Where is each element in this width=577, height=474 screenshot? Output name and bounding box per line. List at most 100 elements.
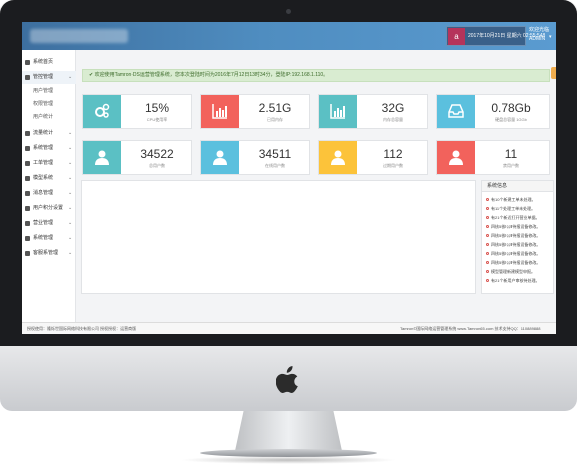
admin-screen: a 2017年10月21日 星期六 02:55:548 欢迎光临 ADMIN ▾… — [22, 22, 556, 334]
alert-dot-icon — [486, 216, 489, 220]
stat-caption: 硬盘总容量 1GGb — [495, 117, 527, 122]
sidebar-item-traffic[interactable]: 流量统计 ⌄ — [22, 127, 76, 140]
monitor-icon — [25, 206, 30, 211]
stat-caption: 过期用户数 — [383, 163, 403, 168]
home-icon — [25, 60, 30, 65]
bar-chart-icon — [201, 95, 239, 128]
camera-icon — [286, 9, 291, 14]
sidebar-item-business[interactable]: 营业管理 ⌄ — [22, 217, 76, 230]
sidebar-item-messages[interactable]: 消息管理 ⌄ — [22, 187, 76, 200]
sidebar-item-models[interactable]: 模型系统 ⌄ — [22, 172, 76, 185]
stat-value: 32G — [381, 101, 405, 115]
inbox-icon — [437, 95, 475, 128]
alert-dot-icon — [486, 234, 489, 238]
chevron-icon: ⌄ — [68, 250, 73, 256]
footer-copyright: Tamron©国际网络运营管理系统 www.Tamron65.com 技术支持Q… — [400, 326, 541, 331]
stat-value: 11 — [504, 147, 518, 161]
system-info-item[interactable]: 四核5核Ⅰ公Ⅱ待报设备修改。 — [486, 232, 552, 240]
sidebar: 系统首页 管控管理 ⌄ 用户管理 权限管理 用户统计 流量统计 ⌄ 系统管理 ⌄ 工单… — [22, 50, 76, 326]
alert-dot-icon — [486, 252, 489, 256]
system-info-item[interactable]: 有21个新用户审核待处理。 — [486, 277, 552, 285]
stat-card-disk: 0.78Gb 硬盘总容量 1GGb — [436, 94, 550, 129]
user-status-box[interactable]: a 2017年10月21日 星期六 02:55:548 — [446, 26, 545, 46]
stat-caption: 在线用户数 — [265, 163, 285, 168]
ticket-icon — [25, 161, 30, 166]
logo — [30, 29, 128, 43]
chevron-icon: ⌄ — [68, 205, 73, 211]
sidebar-item-system-2[interactable]: 系统管理 ⌄ — [22, 232, 76, 245]
stat-caption: 禁用户数 — [503, 163, 519, 168]
control-icon — [25, 75, 30, 80]
sidebar-item-tickets[interactable]: 工单管理 ⌄ — [22, 157, 76, 170]
alert-dot-icon — [486, 261, 489, 265]
stat-card-expired-users: 112 过期用户数 — [318, 140, 428, 175]
service-icon — [25, 251, 30, 256]
settings-tab-icon[interactable] — [551, 67, 556, 79]
alert-dot-icon — [486, 225, 489, 229]
sidebar-subitem-users[interactable]: 用户管理 — [22, 86, 76, 97]
monitor-stand-neck — [235, 411, 342, 451]
user-icon — [319, 141, 357, 174]
sidebar-item-home[interactable]: 系统首页 — [22, 56, 76, 69]
stat-value: 34511 — [258, 147, 292, 161]
stat-card-online-users: 34511 在线用户数 — [200, 140, 310, 175]
stat-card-memory-total: 32G 内存总容量 — [318, 94, 428, 129]
chevron-icon: ⌄ — [68, 145, 73, 151]
sidebar-item-points[interactable]: 用户积分设置 ⌄ — [22, 202, 76, 215]
stat-value: 0.78Gb — [491, 101, 531, 115]
alert-dot-icon — [486, 198, 489, 202]
system-info-item[interactable]: 有10个新建工单未处理。 — [486, 196, 552, 204]
chevron-icon: ⌄ — [68, 175, 73, 181]
traffic-icon — [25, 131, 30, 136]
login-notice: ✔ 欢迎使用Tamron·DS运营管理系统，您本次登陆时间为2016年7月12日… — [82, 69, 550, 82]
gear-icon — [25, 236, 30, 241]
sidebar-subitem-permissions[interactable]: 权限管理 — [22, 99, 76, 110]
alert-dot-icon — [486, 270, 489, 274]
stat-card-total-users: 34522 总用户数 — [82, 140, 192, 175]
footer-bar: 授权使用：隆烁世国际网络科技有限公司 授权授权：运营商版 Tamron©国际网络… — [22, 322, 556, 334]
system-info-title: 系统信息 — [482, 181, 553, 192]
monitor-chin — [0, 346, 577, 411]
monitor-stand-foot — [200, 449, 377, 457]
system-info-item[interactable]: 有11个处理工单未处理。 — [486, 205, 552, 213]
chevron-icon: ⌄ — [68, 130, 73, 136]
system-info-item[interactable]: 四核5核Ⅰ公Ⅱ待报设备修改。 — [486, 250, 552, 258]
system-info-item[interactable]: 四核5核Ⅰ公Ⅱ待报设备修改。 — [486, 223, 552, 231]
gears-icon — [83, 95, 121, 128]
alert-dot-icon — [486, 279, 489, 283]
stat-card-disabled-users: 11 禁用户数 — [436, 140, 550, 175]
chevron-icon: ⌄ — [68, 190, 73, 196]
user-avatar[interactable]: a — [448, 28, 465, 45]
stat-caption: 已用内存 — [267, 117, 283, 122]
sidebar-item-control[interactable]: 管控管理 ⌄ — [22, 71, 76, 84]
user-icon — [201, 141, 239, 174]
system-info-item[interactable]: 有21个新近打开营业单据。 — [486, 214, 552, 222]
stat-caption: 总用户数 — [149, 163, 165, 168]
sidebar-subitem-user-stats[interactable]: 用户统计 — [22, 112, 76, 123]
system-info-panel: 系统信息 有10个新建工单未处理。 有11个处理工单未处理。 有21个新近打开营… — [481, 180, 554, 294]
system-icon — [25, 146, 30, 151]
main-content-panel — [81, 180, 476, 294]
system-info-item[interactable]: 模型管理新建模型申报。 — [486, 268, 552, 276]
stat-card-memory-used: 2.51G 已用内存 — [200, 94, 310, 129]
chevron-down-icon[interactable]: ▾ — [549, 34, 552, 40]
alert-dot-icon — [486, 243, 489, 247]
system-info-item[interactable]: 四核5核Ⅰ公Ⅱ待报设备修改。 — [486, 259, 552, 267]
stat-value: 112 — [383, 147, 403, 161]
chevron-icon: ⌄ — [68, 160, 73, 166]
stat-value: 34522 — [140, 147, 174, 161]
stat-caption: CPU使用率 — [146, 117, 168, 122]
footer-license: 授权使用：隆烁世国际网络科技有限公司 授权授权：运营商版 — [27, 326, 137, 331]
bar-chart-icon — [319, 95, 357, 128]
stat-value: 2.51G — [258, 101, 292, 115]
imac-mockup: a 2017年10月21日 星期六 02:55:548 欢迎光临 ADMIN ▾… — [0, 0, 577, 474]
sidebar-item-service[interactable]: 客服系管理 ⌄ — [22, 247, 76, 260]
chevron-icon: ⌄ — [68, 235, 73, 241]
apple-logo-icon — [276, 366, 298, 393]
system-info-item[interactable]: 四核5核Ⅰ公Ⅱ待报设备修改。 — [486, 241, 552, 249]
model-icon — [25, 176, 30, 181]
user-icon — [83, 141, 121, 174]
chevron-icon: ⌄ — [68, 220, 73, 226]
stat-value: 15% — [144, 101, 170, 115]
sidebar-item-system[interactable]: 系统管理 ⌄ — [22, 142, 76, 155]
